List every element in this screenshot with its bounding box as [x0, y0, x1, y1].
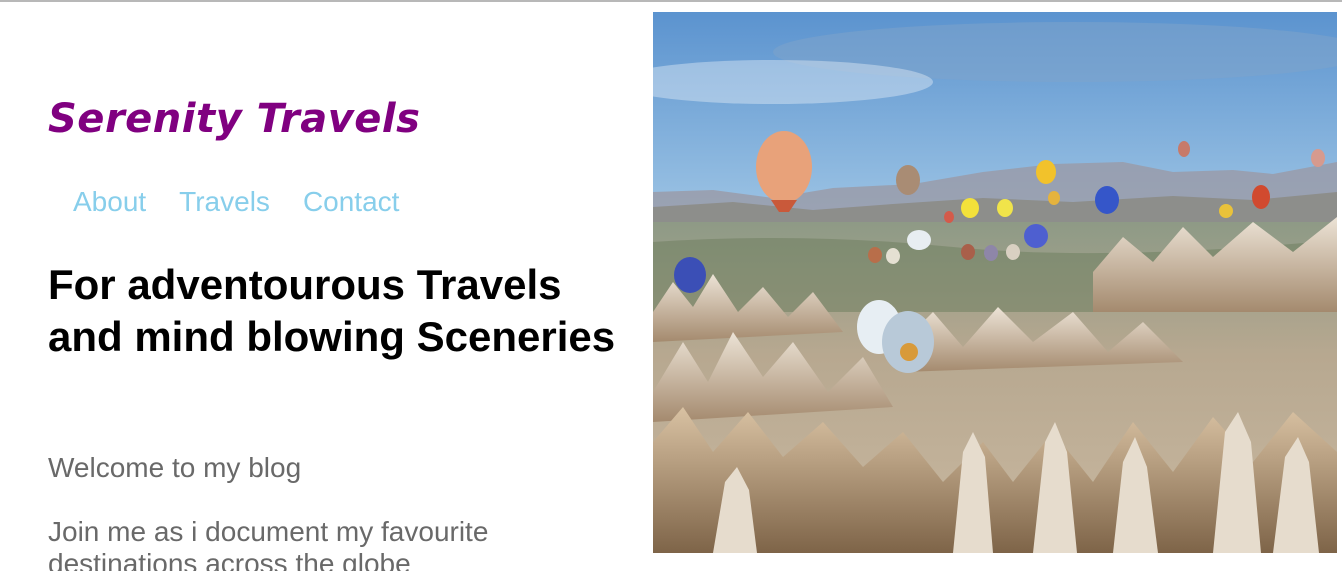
- description-text: Join me as i document my favourite desti…: [48, 516, 489, 571]
- hero-headline: For adventourous Travels and mind blowin…: [48, 261, 616, 360]
- site-logo[interactable]: Serenity Travels: [48, 96, 420, 142]
- nav-link-about[interactable]: About: [73, 186, 146, 218]
- nav-link-contact[interactable]: Contact: [303, 186, 400, 218]
- hero-text-column: Serenity Travels About Travels Contact F…: [48, 0, 628, 571]
- main-nav: About Travels Contact: [73, 186, 399, 218]
- intro-text: Welcome to my blog: [48, 452, 302, 483]
- nav-link-travels[interactable]: Travels: [179, 186, 270, 218]
- balloon-landscape-image: [653, 12, 1337, 553]
- hero-image: [653, 12, 1337, 553]
